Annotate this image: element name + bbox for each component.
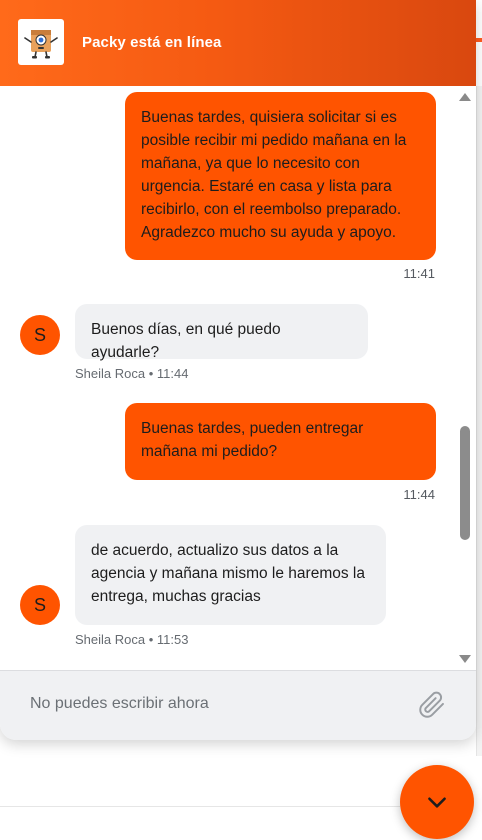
paperclip-icon[interactable] [418, 691, 446, 719]
scrollbar-thumb[interactable] [460, 426, 470, 540]
chevron-down-icon [428, 797, 446, 808]
page-divider [0, 806, 400, 807]
chat-widget: Packy está en línea Buenas tardes, quisi… [0, 0, 476, 740]
packy-mascot-icon [18, 19, 64, 65]
page-background-edge [476, 86, 482, 756]
minimize-chat-button[interactable] [400, 765, 474, 839]
message-bubble-incoming: Buenos días, en qué puedo ayudarle? [75, 304, 368, 361]
avatar: S [20, 585, 60, 625]
message-list: Buenas tardes, quisiera solicitar si es … [0, 86, 476, 670]
avatar: S [20, 315, 60, 355]
chat-status-title: Packy está en línea [82, 34, 222, 51]
message-sender-meta: Sheila Roca • 11:53 [75, 632, 189, 647]
scroll-up-arrow-icon[interactable] [459, 93, 471, 101]
scroll-down-arrow-icon[interactable] [459, 655, 471, 663]
message-timestamp: 11:41 [403, 266, 435, 281]
message-timestamp: 11:44 [403, 487, 435, 502]
message-input[interactable]: No puedes escribir ahora [30, 695, 209, 713]
message-scrollbar[interactable] [456, 86, 474, 670]
message-sender-meta: Sheila Roca • 11:44 [75, 366, 189, 381]
chat-header: Packy está en línea [0, 0, 476, 86]
message-composer: No puedes escribir ahora [0, 670, 476, 740]
message-bubble-outgoing: Buenas tardes, quisiera solicitar si es … [125, 92, 436, 260]
message-bubble-outgoing: Buenas tardes, pueden entregar mañana mi… [125, 403, 436, 480]
message-bubble-incoming: de acuerdo, actualizo sus datos a la age… [75, 525, 386, 625]
